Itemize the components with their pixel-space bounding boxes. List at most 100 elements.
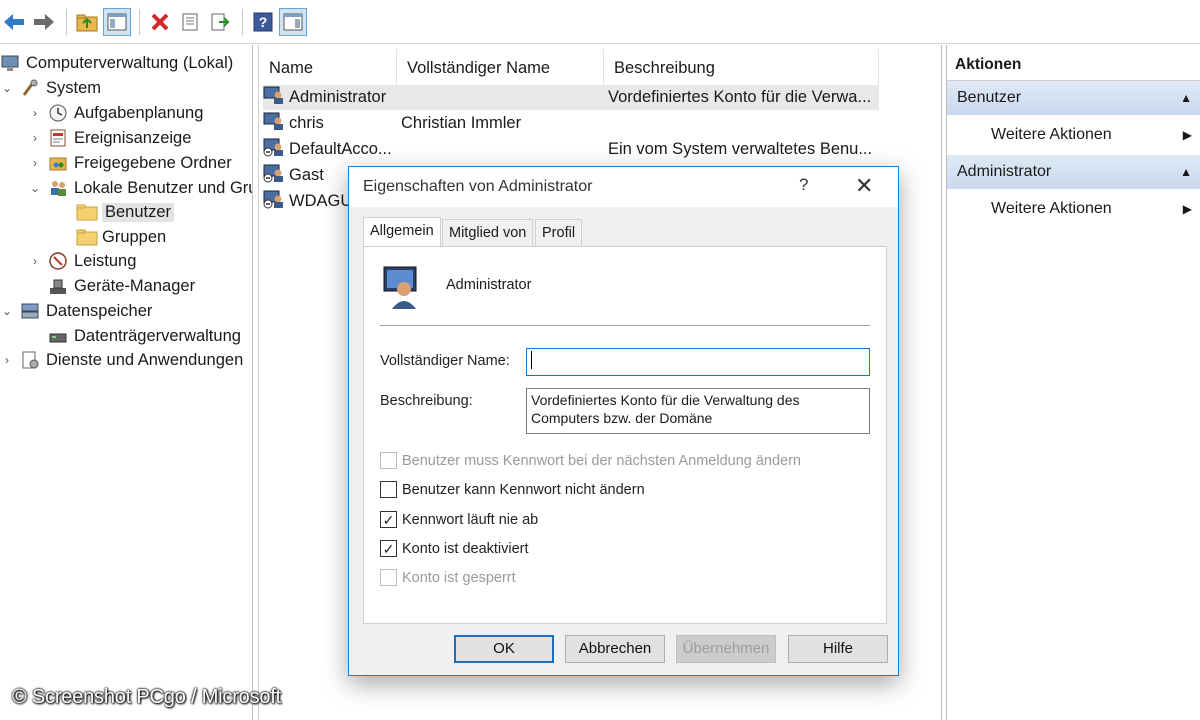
toolbar: ? — [0, 0, 1200, 44]
back-arrow-icon[interactable] — [0, 8, 28, 36]
divider — [380, 325, 870, 326]
properties-icon[interactable] — [176, 8, 204, 36]
tab-panel-allgemein: Administrator Vollständiger Name: Beschr… — [363, 246, 887, 624]
actions-section-benutzer[interactable]: Benutzer ▲ — [947, 81, 1200, 115]
tree-item-datenspeicher[interactable]: ⌄ Datenspeicher — [0, 299, 152, 323]
help-icon[interactable]: ? — [799, 175, 808, 195]
checkbox-row-password-never-expires: ✓ Kennwort läuft nie ab — [380, 511, 538, 528]
action-weitere-aktionen-benutzer[interactable]: Weitere Aktionen ▶ — [947, 115, 1200, 155]
forward-arrow-icon[interactable] — [30, 8, 58, 36]
toolbar-separator — [139, 8, 140, 35]
tree-item-aufgabenplanung[interactable]: › Aufgabenplanung — [28, 101, 203, 125]
ok-button[interactable]: OK — [454, 635, 554, 663]
table-row[interactable]: Administrator Vordefiniertes Konto für d… — [263, 85, 879, 110]
apply-button[interactable]: Übernehmen — [676, 635, 776, 663]
column-header-name[interactable]: Name — [259, 49, 397, 87]
cell-name: DefaultAcco... — [289, 140, 392, 158]
cancel-button[interactable]: Abbrechen — [565, 635, 665, 663]
show-hide-tree-icon[interactable] — [103, 7, 131, 36]
delete-icon[interactable] — [146, 8, 174, 36]
tree-item-lokale-benutzer-und-gruppen[interactable]: ⌄ Lokale Benutzer und Gruppen — [28, 176, 252, 200]
checkbox-cannot-change-password[interactable] — [380, 481, 397, 498]
tree-item-label: Aufgabenplanung — [74, 103, 204, 122]
checkbox-password-never-expires[interactable]: ✓ — [380, 511, 397, 528]
tree-item-leistung[interactable]: › Leistung — [28, 249, 136, 273]
help-button[interactable]: Hilfe — [788, 635, 888, 663]
section-label: Benutzer — [957, 89, 1022, 106]
tab-profil[interactable]: Profil — [535, 219, 583, 247]
table-row[interactable]: DefaultAcco... Ein vom System verwaltete… — [263, 137, 879, 162]
tree-item-label: Gruppen — [102, 227, 167, 246]
close-icon[interactable]: ✕ — [855, 173, 873, 199]
column-header-description[interactable]: Beschreibung — [604, 49, 879, 87]
chevron-right-icon[interactable]: › — [28, 254, 42, 268]
storage-icon — [20, 301, 40, 321]
tree-item-gruppen[interactable]: Gruppen — [76, 225, 166, 249]
tree-item-freigegebene-ordner[interactable]: › Freigegebene Ordner — [28, 151, 232, 175]
tree-item-label: Benutzer — [102, 202, 175, 222]
toolbar-separator — [66, 8, 67, 35]
help-icon[interactable]: ? — [249, 8, 277, 36]
services-icon — [20, 350, 40, 370]
clock-icon — [48, 103, 68, 123]
dialog-title: Eigenschaften von Administrator — [363, 178, 593, 195]
description-label: Beschreibung: — [380, 393, 473, 409]
checkbox-row-cannot-change-password: Benutzer kann Kennwort nicht ändern — [380, 481, 645, 498]
tree-item-ereignisanzeige[interactable]: › Ereignisanzeige — [28, 126, 191, 150]
tree-item-label: System — [46, 78, 102, 97]
checkbox-label: Konto ist deaktiviert — [402, 540, 529, 557]
computer-management-icon — [0, 53, 20, 73]
show-hide-action-pane-icon[interactable] — [279, 7, 307, 36]
user-disabled-icon — [263, 137, 285, 162]
tree-item-dienste-und-anwendungen[interactable]: › Dienste und Anwendungen — [0, 348, 243, 372]
checkbox-label: Kennwort läuft nie ab — [402, 511, 539, 528]
chevron-right-icon[interactable]: › — [28, 156, 42, 170]
user-icon — [263, 85, 285, 110]
device-manager-icon — [48, 276, 68, 296]
description-field[interactable]: Vordefiniertes Konto für die Verwaltung … — [526, 388, 870, 434]
cell-full-name: Christian Immler — [401, 114, 522, 132]
actions-section-administrator[interactable]: Administrator ▲ — [947, 155, 1200, 189]
tree-item-label: Geräte-Manager — [74, 276, 196, 295]
tree-item-datentraegerverwaltung[interactable]: Datenträgerverwaltung — [48, 324, 241, 348]
chevron-right-icon[interactable]: › — [28, 106, 42, 120]
user-name-label: Administrator — [446, 277, 532, 293]
dialog-title-bar[interactable]: Eigenschaften von Administrator ? ✕ — [349, 167, 898, 207]
collapse-up-icon[interactable]: ▲ — [1180, 81, 1192, 115]
tree-root-label: Computerverwaltung (Lokal) — [26, 53, 234, 72]
checkbox-account-locked[interactable] — [380, 569, 397, 586]
tree-item-system[interactable]: ⌄ System — [0, 76, 101, 100]
chevron-right-icon[interactable]: › — [0, 353, 14, 367]
user-icon — [263, 111, 285, 136]
user-disabled-icon — [263, 163, 285, 188]
tab-mitglied-von[interactable]: Mitglied von — [442, 219, 534, 247]
cell-name: chris — [289, 114, 324, 132]
chevron-down-icon[interactable]: ⌄ — [0, 304, 14, 318]
action-weitere-aktionen-administrator[interactable]: Weitere Aktionen ▶ — [947, 189, 1200, 229]
cell-name: Administrator — [289, 88, 387, 106]
collapse-up-icon[interactable]: ▲ — [1180, 155, 1192, 189]
chevron-right-icon[interactable]: › — [28, 131, 42, 145]
tree-item-geraete-manager[interactable]: Geräte-Manager — [48, 274, 195, 298]
tab-allgemein[interactable]: Allgemein — [363, 217, 441, 247]
tree-item-benutzer[interactable]: Benutzer — [76, 200, 175, 224]
column-header-full-name[interactable]: Vollständiger Name — [397, 49, 604, 87]
full-name-field[interactable] — [526, 348, 870, 376]
checkbox-account-disabled[interactable]: ✓ — [380, 540, 397, 557]
chevron-down-icon[interactable]: ⌄ — [28, 181, 42, 195]
action-label: Weitere Aktionen — [991, 200, 1112, 217]
tree-item-root[interactable]: Computerverwaltung (Lokal) — [0, 51, 233, 75]
export-list-icon[interactable] — [206, 8, 234, 36]
console-tree: Computerverwaltung (Lokal) ⌄ System › Au… — [0, 45, 253, 720]
copyright-watermark: © Screenshot PCgo / Microsoft — [12, 686, 282, 708]
tree-item-label: Datenträgerverwaltung — [74, 326, 241, 345]
chevron-down-icon[interactable]: ⌄ — [0, 81, 14, 95]
properties-dialog: Eigenschaften von Administrator ? ✕ Allg… — [348, 166, 899, 676]
performance-icon — [48, 251, 68, 271]
checkbox-must-change-password[interactable] — [380, 452, 397, 469]
checkbox-row-account-disabled: ✓ Konto ist deaktiviert — [380, 540, 529, 557]
full-name-label: Vollständiger Name: — [380, 353, 510, 369]
submenu-arrow-icon: ▶ — [1182, 128, 1192, 142]
folder-up-icon[interactable] — [73, 8, 101, 36]
table-row[interactable]: chris Christian Immler — [263, 111, 879, 136]
